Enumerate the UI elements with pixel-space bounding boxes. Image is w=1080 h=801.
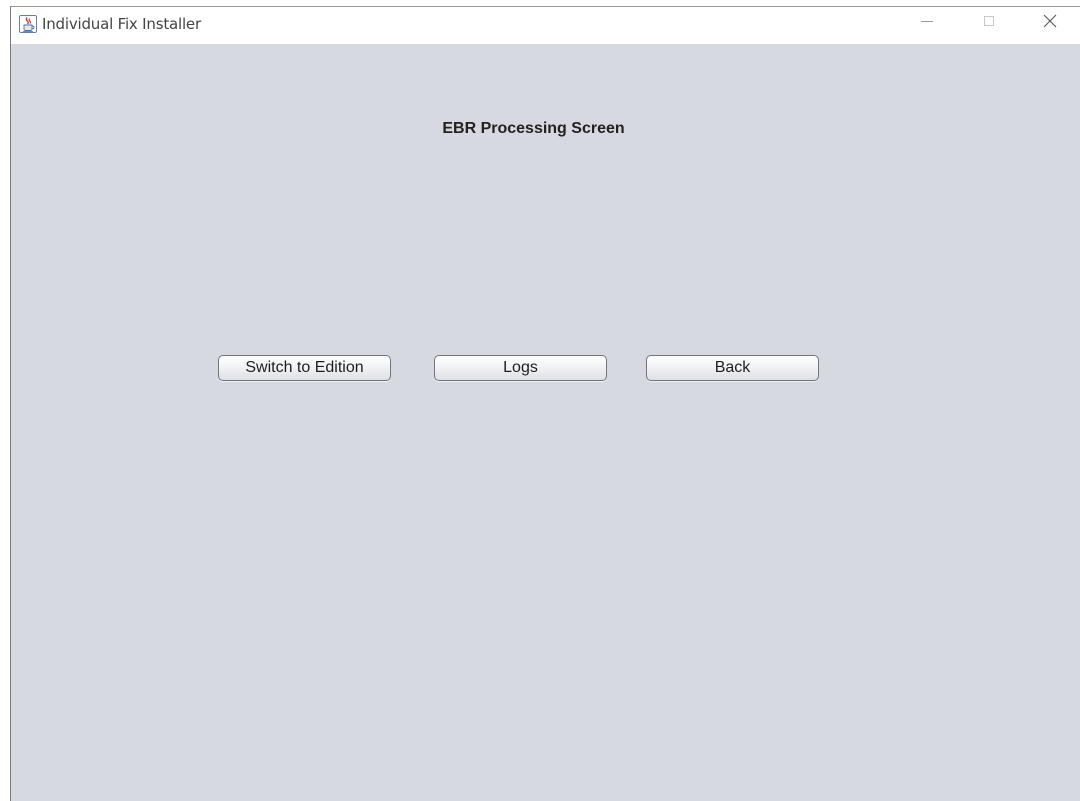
back-button[interactable]: Back [646,355,819,381]
switch-to-edition-button[interactable]: Switch to Edition [218,355,391,381]
close-button[interactable] [1027,7,1073,39]
java-cup-icon [19,15,37,33]
window-title: Individual Fix Installer [42,15,201,33]
content-panel: EBR Processing Screen Switch to Edition … [11,44,1080,801]
installer-window: Individual Fix Installer EBR Processing … [10,6,1080,801]
maximize-icon [983,14,995,32]
title-bar[interactable]: Individual Fix Installer [11,7,1080,44]
minimize-icon [921,14,933,32]
close-icon [1043,14,1057,33]
logs-button[interactable]: Logs [434,355,607,381]
screen-heading: EBR Processing Screen [442,120,625,137]
minimize-button[interactable] [904,7,950,39]
maximize-button[interactable] [966,7,1012,39]
